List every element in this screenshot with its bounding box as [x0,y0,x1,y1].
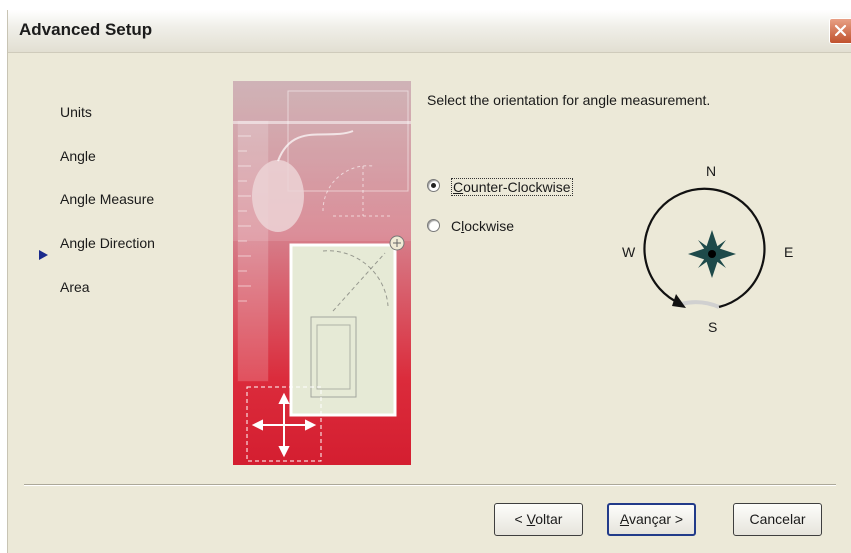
step-units: Units [60,104,92,120]
compass-star-icon [688,230,736,278]
window-title: Advanced Setup [19,20,153,39]
back-pre: < [514,511,527,527]
mnemonic: A [619,511,629,527]
close-button[interactable] [829,18,851,44]
compass-east: E [784,244,793,260]
direction-arrow-icon [672,294,686,308]
compass-west: W [622,244,636,260]
label-rest: ockwise [464,218,515,234]
step-area: Area [60,279,90,295]
prompt-text: Select the orientation for angle measure… [427,92,711,108]
close-icon [834,24,847,37]
footer-separator [24,484,836,486]
title-bar[interactable]: Advanced Setup [8,10,851,53]
counter-clockwise-label[interactable]: Counter-Clockwise [451,178,573,196]
current-step-arrow-icon [39,250,48,260]
compass-north: N [706,163,716,179]
drafting-tools-illustration [233,81,411,462]
mnemonic: C [453,179,464,195]
counter-clockwise-radio[interactable] [427,179,440,192]
clockwise-radio[interactable] [427,219,440,232]
back-rest: oltar [535,511,563,527]
clockwise-label[interactable]: Clockwise [451,218,514,234]
compass-diagram: N S E W [622,163,793,335]
mnemonic: V [526,511,536,527]
radio-selected-dot-icon [431,183,436,188]
next-button[interactable]: Avançar > [607,503,696,536]
step-angle-measure: Angle Measure [60,191,155,207]
step-angle: Angle [60,148,96,164]
label-rest: ounter-Clockwise [463,179,571,195]
advanced-setup-dialog: Advanced Setup Units Angle Angle Measure… [7,10,851,553]
label-pre: C [451,218,462,234]
compass-south: S [708,319,717,335]
back-button[interactable]: < Voltar [494,503,583,536]
next-rest: vançar > [629,511,684,527]
step-angle-direction: Angle Direction [60,235,155,251]
setup-illustration [233,81,411,465]
cancel-button[interactable]: Cancelar [733,503,822,536]
